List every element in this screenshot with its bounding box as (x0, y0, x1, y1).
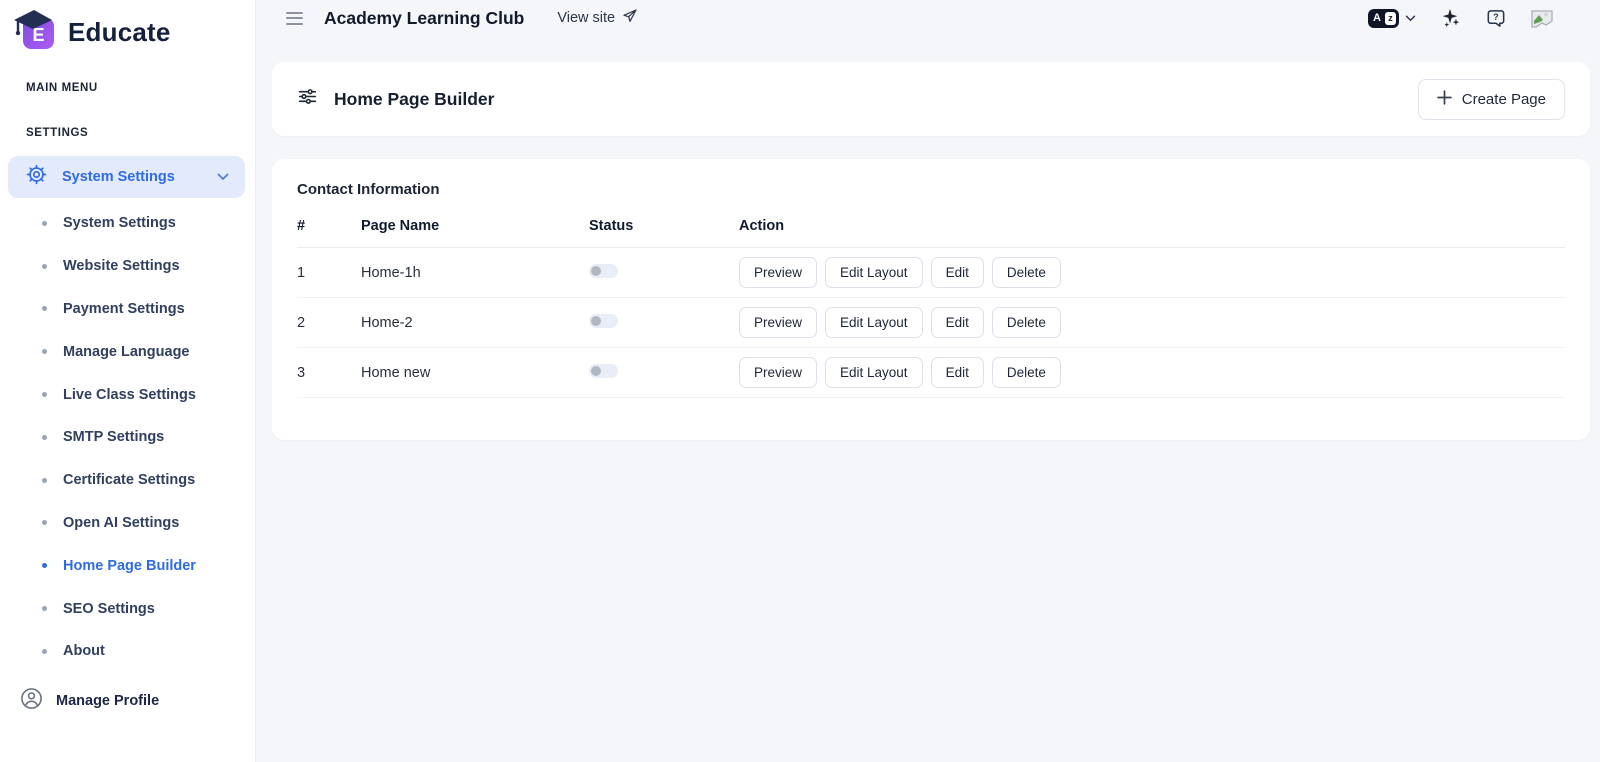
bullet-icon (42, 563, 47, 568)
table-row: 1 Home-1h Preview Edit Layout Edit Delet… (297, 248, 1565, 298)
site-title: Academy Learning Club (324, 8, 524, 29)
language-selector[interactable]: A z (1368, 9, 1416, 28)
view-site-label: View site (557, 10, 615, 26)
topbar-right: A z ? (1368, 7, 1554, 30)
sidebar: E Educate MAIN MENU SETTINGS System Sett… (0, 0, 256, 762)
table-row: 3 Home new Preview Edit Layout Edit Dele… (297, 348, 1565, 398)
help-chat-icon[interactable]: ? (1484, 7, 1507, 30)
section-label-main-menu: MAIN MENU (0, 82, 255, 94)
sidebar-item-website-settings[interactable]: Website Settings (0, 245, 255, 288)
pages-table-card: Contact Information # Page Name Status A… (272, 159, 1590, 440)
main-area: Academy Learning Club View site A z (256, 0, 1600, 762)
settings-subnav: System Settings Website Settings Payment… (0, 202, 255, 673)
chevron-down-icon (1405, 9, 1416, 27)
bullet-icon (42, 349, 47, 354)
sidebar-item-open-ai-settings[interactable]: Open AI Settings (0, 502, 255, 545)
row-page-name: Home-1h (361, 248, 589, 298)
user-circle-icon (20, 687, 43, 715)
view-site-link[interactable]: View site (557, 8, 638, 28)
status-toggle[interactable] (589, 264, 618, 278)
col-header-action: Action (739, 218, 1565, 248)
delete-button[interactable]: Delete (992, 357, 1061, 388)
delete-button[interactable]: Delete (992, 257, 1061, 288)
bullet-icon (42, 264, 47, 269)
page-title: Home Page Builder (334, 89, 494, 110)
edit-button[interactable]: Edit (931, 257, 984, 288)
col-header-status: Status (589, 218, 739, 248)
sidebar-item-payment-settings[interactable]: Payment Settings (0, 288, 255, 331)
row-index: 1 (297, 248, 361, 298)
sidebar-item-certificate-settings[interactable]: Certificate Settings (0, 459, 255, 502)
sliders-icon (297, 86, 318, 112)
page-header-card: Home Page Builder Create Page (272, 62, 1590, 136)
sparkles-icon[interactable] (1439, 7, 1461, 29)
hamburger-menu-icon[interactable] (282, 8, 307, 29)
bullet-icon (42, 221, 47, 226)
row-page-name: Home new (361, 348, 589, 398)
edit-layout-button[interactable]: Edit Layout (825, 307, 923, 338)
col-header-page-name: Page Name (361, 218, 589, 248)
preview-button[interactable]: Preview (739, 307, 817, 338)
table-section-title: Contact Information (297, 181, 1565, 198)
gear-icon (26, 164, 47, 190)
sidebar-item-live-class-settings[interactable]: Live Class Settings (0, 373, 255, 416)
row-page-name: Home-2 (361, 298, 589, 348)
preview-button[interactable]: Preview (739, 257, 817, 288)
edit-layout-button[interactable]: Edit Layout (825, 357, 923, 388)
edit-button[interactable]: Edit (931, 307, 984, 338)
plus-icon (1437, 90, 1452, 109)
table-header-row: # Page Name Status Action (297, 218, 1565, 248)
sidebar-item-about[interactable]: About (0, 630, 255, 673)
brand-name: Educate (68, 17, 171, 48)
edit-layout-button[interactable]: Edit Layout (825, 257, 923, 288)
bullet-icon (42, 478, 47, 483)
sidebar-item-system-settings-parent[interactable]: System Settings (8, 156, 245, 198)
topbar: Academy Learning Club View site A z (256, 0, 1600, 36)
status-toggle[interactable] (589, 314, 618, 328)
svg-text:?: ? (1493, 12, 1499, 22)
avatar-broken-image-icon[interactable] (1530, 8, 1554, 29)
manage-profile-label: Manage Profile (56, 693, 159, 709)
edit-button[interactable]: Edit (931, 357, 984, 388)
sidebar-item-smtp-settings[interactable]: SMTP Settings (0, 416, 255, 459)
bullet-icon (42, 649, 47, 654)
row-index: 2 (297, 298, 361, 348)
table-row: 2 Home-2 Preview Edit Layout Edit Delete (297, 298, 1565, 348)
pages-table: # Page Name Status Action 1 Home-1h Prev… (297, 218, 1565, 398)
translate-icon: A z (1368, 9, 1399, 28)
bullet-icon (42, 520, 47, 525)
bullet-icon (42, 306, 47, 311)
sidebar-item-system-settings[interactable]: System Settings (0, 202, 255, 245)
brand-logo-link[interactable]: E Educate (0, 0, 255, 56)
section-label-settings: SETTINGS (0, 127, 255, 139)
educate-logo-icon: E (12, 7, 60, 58)
bullet-icon (42, 435, 47, 440)
create-page-button[interactable]: Create Page (1418, 79, 1565, 120)
bullet-icon (42, 392, 47, 397)
preview-button[interactable]: Preview (739, 357, 817, 388)
sidebar-item-manage-profile[interactable]: Manage Profile (0, 680, 255, 722)
sidebar-item-manage-language[interactable]: Manage Language (0, 330, 255, 373)
sidebar-item-home-page-builder[interactable]: Home Page Builder (0, 544, 255, 587)
status-toggle[interactable] (589, 364, 618, 378)
send-icon (622, 8, 638, 28)
sidebar-item-seo-settings[interactable]: SEO Settings (0, 587, 255, 630)
col-header-index: # (297, 218, 361, 248)
chevron-down-icon (217, 168, 229, 186)
bullet-icon (42, 606, 47, 611)
sidebar-parent-label: System Settings (62, 169, 175, 185)
delete-button[interactable]: Delete (992, 307, 1061, 338)
row-index: 3 (297, 348, 361, 398)
content: Home Page Builder Create Page Contact In… (256, 36, 1600, 762)
